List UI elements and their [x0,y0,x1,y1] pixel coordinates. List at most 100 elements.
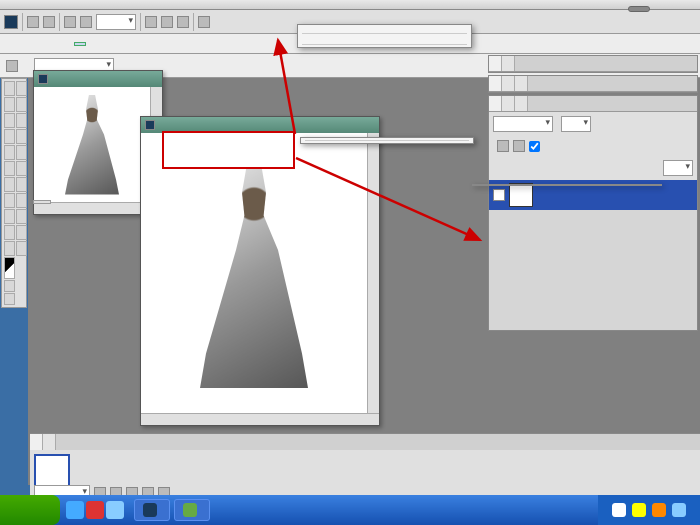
slice-tool[interactable] [16,113,27,128]
shape-tool[interactable] [16,209,27,224]
workspace-selector[interactable] [628,6,650,12]
lock-pos-icon[interactable] [513,140,525,152]
blend-mode[interactable] [493,116,553,132]
grid-icon[interactable] [145,16,157,28]
lock-pixels-icon[interactable] [497,140,509,152]
tray-icon[interactable] [612,503,626,517]
menu-filter[interactable] [74,42,86,46]
desktop-icon[interactable] [106,501,124,519]
zoom-tool[interactable] [16,241,27,256]
menu-layers[interactable] [46,42,58,46]
navigator-panel [488,55,698,73]
layer-opacity[interactable] [561,116,591,132]
menu-image[interactable] [32,42,44,46]
pen-tool[interactable] [4,193,15,208]
gradient-tool[interactable] [16,161,27,176]
lasso-tool[interactable] [4,97,15,112]
tab-histogram[interactable] [502,56,515,71]
titlebar [0,0,700,10]
menu-file[interactable] [4,42,16,46]
figure-image [62,95,122,195]
tab-channels[interactable] [502,96,515,111]
doc2-canvas[interactable] [141,133,367,413]
history-brush-tool[interactable] [16,145,27,160]
zoom-field[interactable] [96,14,136,30]
tray-icon[interactable] [632,503,646,517]
figure-image-big [194,158,314,388]
mi-last-filter[interactable] [298,25,471,31]
wand-tool[interactable] [16,97,27,112]
tray-icon[interactable] [652,503,666,517]
hand-tool[interactable] [4,241,15,256]
doc1-zoom[interactable] [33,200,51,204]
tray-icon[interactable] [672,503,686,517]
scrollbar-h[interactable] [141,413,379,425]
move-tool[interactable] [4,81,15,96]
start-button[interactable] [0,495,60,525]
marquee-tool[interactable] [16,81,27,96]
type-tool[interactable] [16,193,27,208]
blur-submenu [472,184,662,186]
opera-icon[interactable] [86,501,104,519]
scrollbar-v[interactable] [367,133,379,413]
tab-color[interactable] [489,76,502,91]
ps-doc-icon [145,120,155,130]
tool-preset-icon[interactable] [6,60,18,72]
img-task-icon [183,503,197,517]
tab-navigator[interactable] [489,56,502,71]
taskbar [0,495,700,525]
bridge-icon[interactable] [27,16,39,28]
toolbox [1,78,27,308]
system-tray [598,495,700,525]
doc1-canvas[interactable] [34,87,150,202]
task-image[interactable] [174,499,210,521]
ps-icon [4,15,18,29]
zoom-icon[interactable] [80,16,92,28]
layers-panel [488,95,698,331]
brush-tool[interactable] [16,129,27,144]
eyedrop-tool[interactable] [16,225,27,240]
animation-panel [30,433,700,503]
blur-tool[interactable] [4,177,15,192]
color-panel [488,75,698,93]
layers-empty [489,210,697,330]
tab-paths[interactable] [515,96,528,111]
crop-tool[interactable] [4,113,15,128]
menu-edit[interactable] [18,42,30,46]
hand-icon[interactable] [64,16,76,28]
screen-icon[interactable] [198,16,210,28]
spread-check[interactable] [529,141,540,152]
tab-layers[interactable] [489,96,502,111]
eye-icon[interactable] [493,189,505,201]
tab-swatches[interactable] [502,76,515,91]
screenmode-tool[interactable] [4,293,15,305]
path-tool[interactable] [4,209,15,224]
doc1-titlebar[interactable] [34,71,162,87]
filter-submenu [300,137,474,144]
notes-tool[interactable] [4,225,15,240]
filter-menu [297,24,472,48]
ps-task-icon [143,503,157,517]
fg-color[interactable] [4,257,15,279]
ps-doc-icon [38,74,48,84]
mi-smart[interactable] [298,36,471,42]
right-panels [488,55,698,333]
layer-fill[interactable] [663,160,693,176]
guide-icon[interactable] [177,16,189,28]
dodge-tool[interactable] [16,177,27,192]
ie-icon[interactable] [66,501,84,519]
task-photoshop[interactable] [134,499,170,521]
layer-thumb[interactable] [509,183,533,207]
tab-styles[interactable] [515,76,528,91]
tab-measure[interactable] [43,434,56,450]
quick-launch [60,501,130,519]
menu-icon[interactable] [43,16,55,28]
ruler-icon[interactable] [161,16,173,28]
tab-animation[interactable] [30,434,43,450]
stamp-tool[interactable] [4,145,15,160]
annotation-callout [162,131,295,169]
menu-select[interactable] [60,42,72,46]
quickmask-tool[interactable] [4,280,15,292]
heal-tool[interactable] [4,129,15,144]
eraser-tool[interactable] [4,161,15,176]
